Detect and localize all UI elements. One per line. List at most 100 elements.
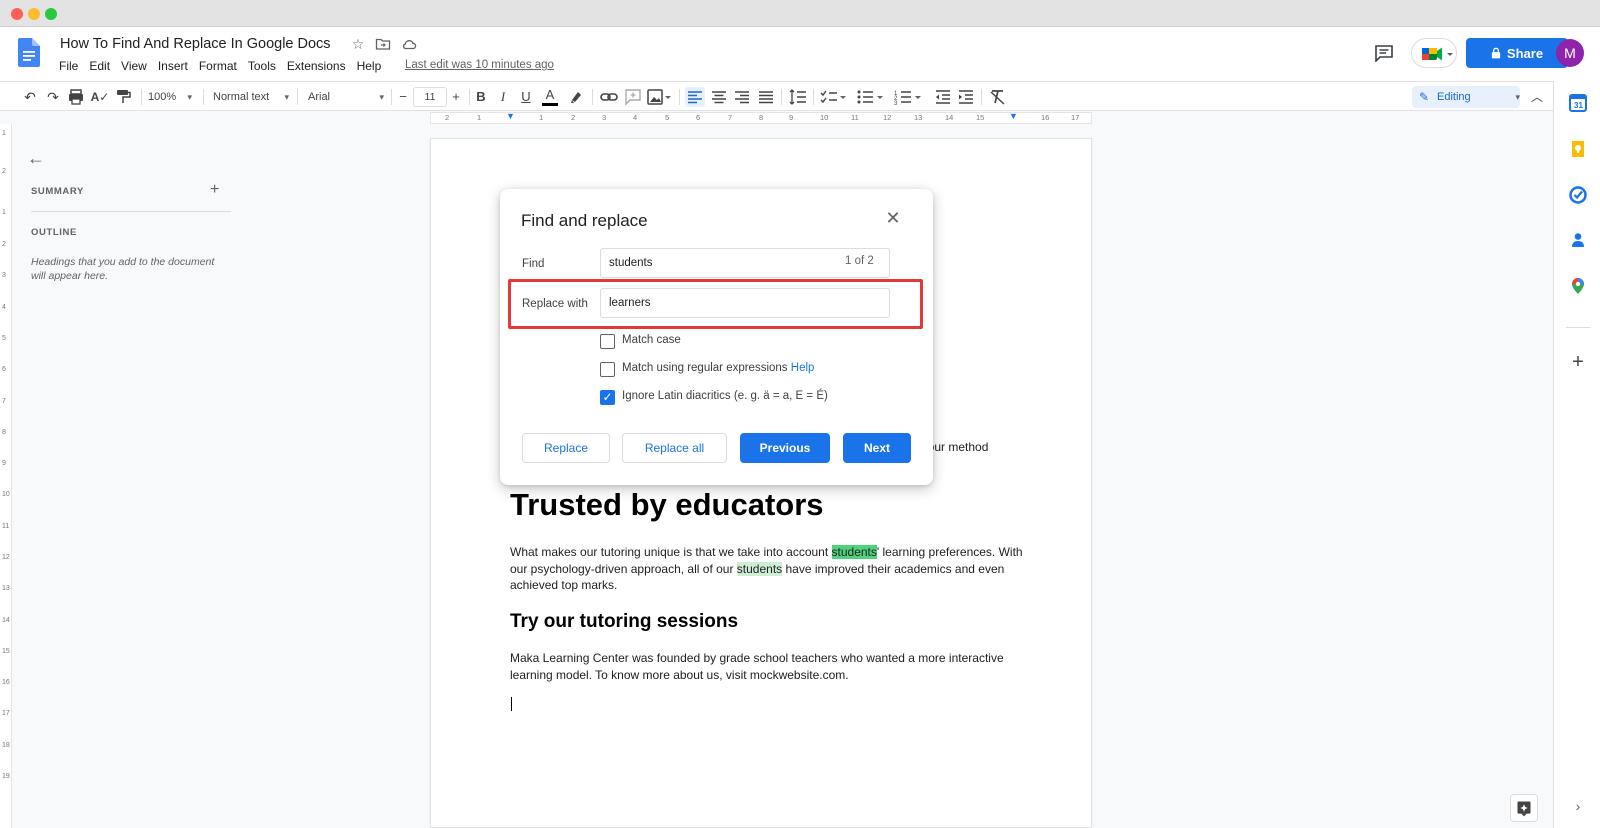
next-button[interactable]: Next xyxy=(843,433,911,463)
close-window-button[interactable] xyxy=(11,8,23,20)
replace-button[interactable]: Replace xyxy=(522,433,610,463)
user-avatar[interactable]: M xyxy=(1556,39,1584,67)
font-select[interactable]: Arial xyxy=(308,87,384,107)
paragraph-style-select[interactable]: Normal text xyxy=(213,87,289,107)
insert-comment-icon[interactable] xyxy=(624,87,642,107)
vertical-ruler[interactable]: 1 2 1 2 3 4 5 6 7 8 9 10 11 12 13 14 15 … xyxy=(0,124,12,828)
highlight-color-icon[interactable] xyxy=(567,87,585,107)
calendar-icon[interactable]: 31 xyxy=(1569,94,1587,112)
horizontal-ruler[interactable]: 2 1 ▼ 1 2 3 4 5 6 7 8 9 10 11 12 13 14 1… xyxy=(430,111,1092,124)
checklist-icon[interactable] xyxy=(819,87,847,107)
ruler-number: 7 xyxy=(2,398,6,405)
menu-edit[interactable]: Edit xyxy=(89,59,116,73)
editing-mode-select[interactable]: ✎ Editing xyxy=(1412,86,1520,108)
increase-font-size-button[interactable]: + xyxy=(449,87,463,107)
regex-checkbox[interactable] xyxy=(600,362,615,377)
move-folder-icon[interactable] xyxy=(375,36,391,52)
ruler-number: 14 xyxy=(2,617,10,624)
toolbar-divider xyxy=(781,89,782,105)
align-left-icon[interactable] xyxy=(685,87,705,107)
line-spacing-icon[interactable] xyxy=(788,87,808,107)
zoom-select[interactable]: 100% xyxy=(148,87,192,107)
redo-icon[interactable]: ↷ xyxy=(43,87,63,107)
bold-icon[interactable]: B xyxy=(473,87,489,107)
menu-format[interactable]: Format xyxy=(199,59,243,73)
heading-trusted-by-educators: Trusted by educators xyxy=(510,487,824,522)
replace-all-button[interactable]: Replace all xyxy=(622,433,727,463)
maximize-window-button[interactable] xyxy=(45,8,57,20)
menu-extensions[interactable]: Extensions xyxy=(287,59,352,73)
text-color-icon[interactable]: A xyxy=(542,87,558,106)
match-case-label: Match case xyxy=(622,334,681,346)
align-center-icon[interactable] xyxy=(709,87,729,107)
regex-help-link[interactable]: Help xyxy=(791,362,815,374)
close-outline-arrow-icon[interactable]: ← xyxy=(27,149,45,167)
increase-indent-icon[interactable] xyxy=(956,87,976,107)
find-match-count: 1 of 2 xyxy=(845,255,874,267)
ruler-number: 18 xyxy=(2,742,10,749)
ruler-number: 13 xyxy=(2,585,10,592)
align-justify-icon[interactable] xyxy=(756,87,776,107)
document-title[interactable]: How To Find And Replace In Google Docs xyxy=(60,36,331,52)
bulleted-list-icon[interactable] xyxy=(855,87,885,107)
toolbar-divider xyxy=(141,89,142,105)
chevron-up-icon[interactable]: ︿ xyxy=(1528,87,1546,107)
minimize-window-button[interactable] xyxy=(28,8,40,20)
numbered-list-icon[interactable]: 1 2 3 xyxy=(893,87,923,107)
underline-icon[interactable]: U xyxy=(518,87,534,107)
font-value: Arial xyxy=(308,91,331,103)
ruler-number: 8 xyxy=(2,429,6,436)
chevron-right-icon[interactable]: › xyxy=(1569,797,1587,815)
star-icon[interactable]: ☆ xyxy=(350,36,366,52)
google-docs-logo-icon[interactable] xyxy=(18,38,40,67)
clear-formatting-icon[interactable] xyxy=(988,87,1008,107)
maps-icon[interactable] xyxy=(1569,277,1587,295)
undo-icon[interactable]: ↶ xyxy=(20,87,40,107)
last-edit-link[interactable]: Last edit was 10 minutes ago xyxy=(405,59,554,71)
get-addons-icon[interactable]: + xyxy=(1569,352,1587,372)
insert-link-icon[interactable] xyxy=(599,87,619,107)
docs-header: How To Find And Replace In Google Docs ☆… xyxy=(0,27,1600,81)
menu-help[interactable]: Help xyxy=(357,59,388,73)
explore-button[interactable] xyxy=(1510,794,1538,822)
menu-insert[interactable]: Insert xyxy=(158,59,194,73)
left-indent-marker[interactable]: ▼ xyxy=(506,111,515,121)
match-case-checkbox[interactable] xyxy=(600,334,615,349)
tasks-icon[interactable] xyxy=(1569,186,1587,204)
window-title-bar xyxy=(0,0,1600,27)
explore-icon xyxy=(1517,801,1531,817)
meet-button[interactable] xyxy=(1411,38,1457,68)
decrease-font-size-button[interactable]: − xyxy=(396,87,410,107)
cloud-status-icon[interactable] xyxy=(401,36,417,52)
panel-divider xyxy=(1566,327,1590,328)
insert-image-icon[interactable] xyxy=(646,87,672,107)
close-icon[interactable]: ✕ xyxy=(883,208,903,228)
align-right-icon[interactable] xyxy=(732,87,752,107)
paint-format-icon[interactable] xyxy=(114,87,132,107)
svg-text:3: 3 xyxy=(894,101,898,107)
menu-view[interactable]: View xyxy=(121,59,153,73)
ruler-number: 1 xyxy=(477,113,482,122)
share-button[interactable]: Share xyxy=(1466,38,1568,68)
ignore-diacritics-checkbox[interactable]: ✓ xyxy=(600,390,615,405)
previous-button[interactable]: Previous xyxy=(740,433,830,463)
menu-file[interactable]: File xyxy=(59,59,84,73)
keep-icon[interactable] xyxy=(1569,140,1587,158)
italic-icon[interactable]: I xyxy=(495,87,511,107)
search-match: students xyxy=(736,561,783,576)
decrease-indent-icon[interactable] xyxy=(933,87,953,107)
font-size-input[interactable]: 11 xyxy=(413,87,447,107)
ruler-number: 10 xyxy=(820,113,829,122)
paragraph-about: Maka Learning Center was founded by grad… xyxy=(510,651,1004,682)
menu-tools[interactable]: Tools xyxy=(248,59,282,73)
regex-option: Match using regular expressions Help xyxy=(622,362,814,374)
ignore-diacritics-label: Ignore Latin diacritics (e. g. ä = a, E … xyxy=(622,390,828,402)
contacts-icon[interactable] xyxy=(1569,231,1587,249)
right-indent-marker[interactable]: ▼ xyxy=(1009,111,1018,121)
ruler-number: 9 xyxy=(2,460,6,467)
ruler-number: 15 xyxy=(2,648,10,655)
comment-history-icon[interactable] xyxy=(1374,44,1394,62)
print-icon[interactable] xyxy=(67,87,85,107)
add-summary-icon[interactable]: + xyxy=(210,181,219,199)
spellcheck-icon[interactable]: A✓ xyxy=(90,87,110,107)
